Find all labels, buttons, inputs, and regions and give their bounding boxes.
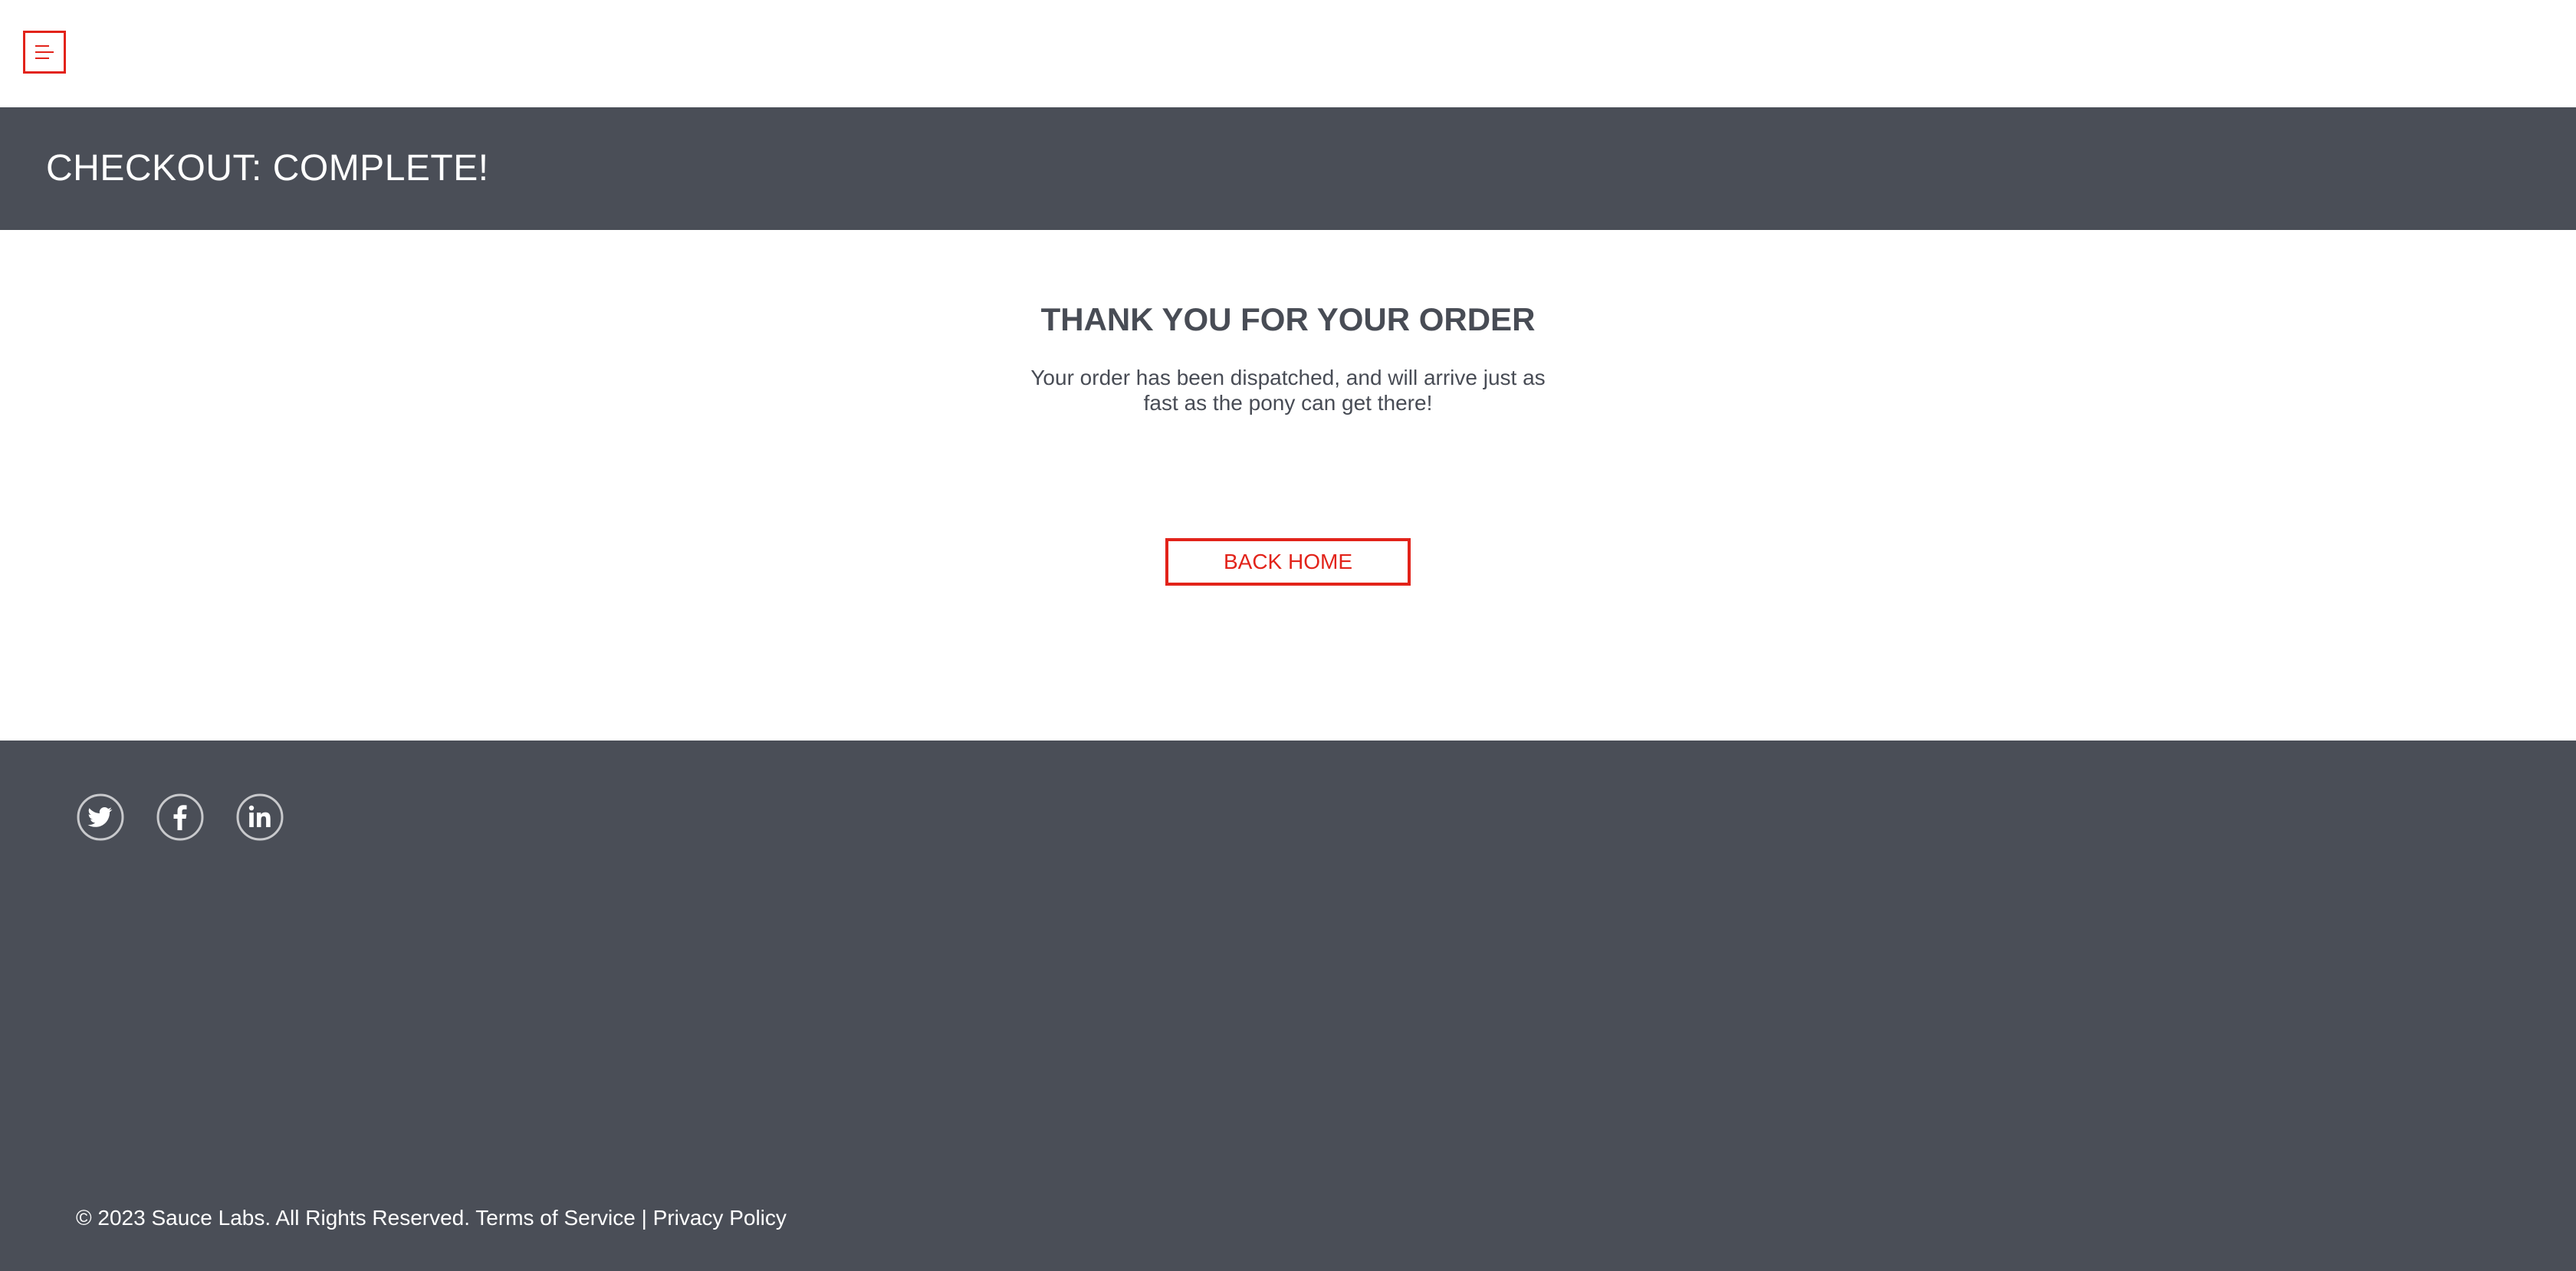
hamburger-menu-icon: [35, 45, 54, 59]
primary-header: [0, 0, 2576, 107]
facebook-icon: [156, 793, 204, 841]
social-linkedin-link[interactable]: [235, 793, 284, 842]
page-title: CHECKOUT: COMPLETE!: [46, 148, 489, 189]
linkedin-icon: [236, 793, 284, 841]
menu-button[interactable]: [23, 31, 66, 74]
social-facebook-link[interactable]: [156, 793, 205, 842]
back-home-button[interactable]: BACK HOME: [1165, 538, 1411, 586]
complete-text: Your order has been dispatched, and will…: [1030, 366, 1546, 415]
twitter-icon: [77, 793, 124, 841]
social-twitter-link[interactable]: [76, 793, 125, 842]
complete-header: THANK YOU FOR YOUR ORDER: [1040, 301, 1536, 337]
footer-copyright: © 2023 Sauce Labs. All Rights Reserved. …: [76, 1206, 787, 1230]
footer: [0, 741, 2576, 1271]
